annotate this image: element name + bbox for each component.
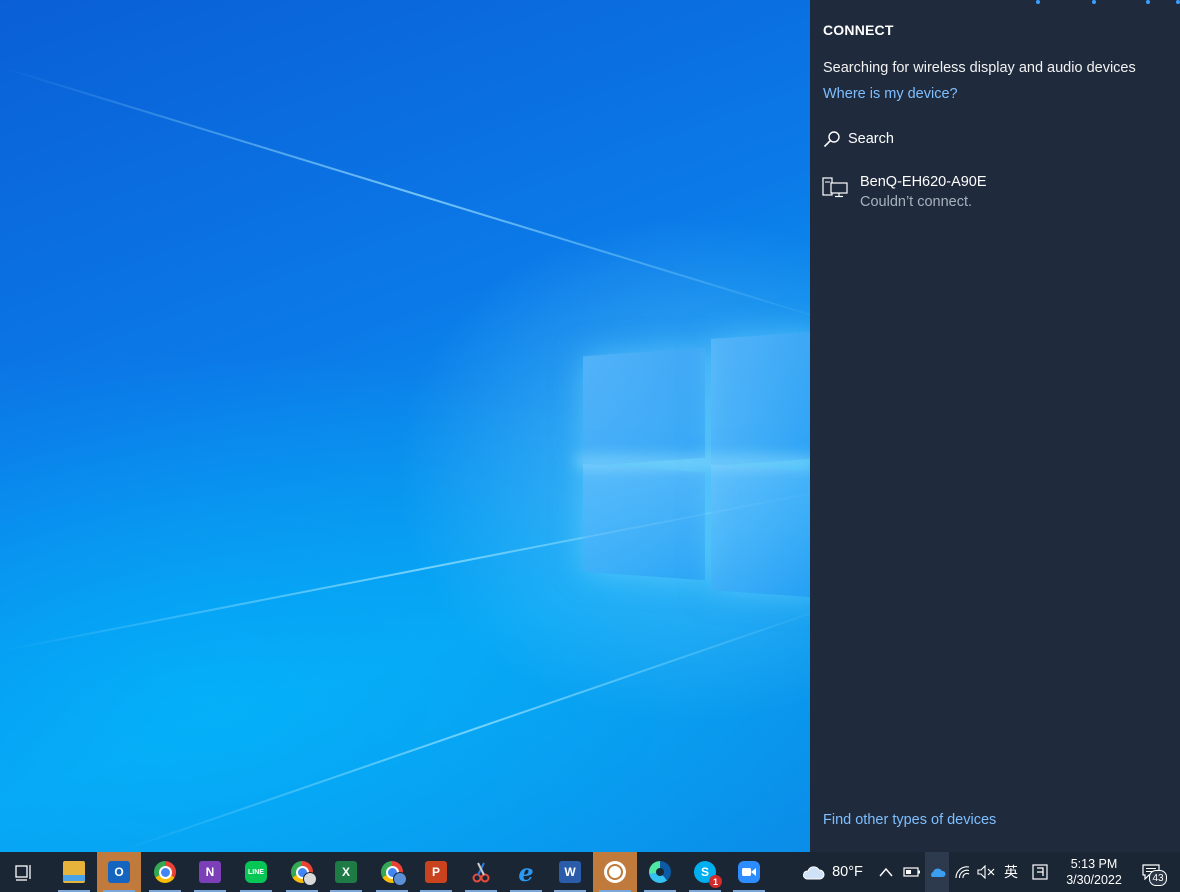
windows-logo-pane [583,463,705,581]
internet-explorer-icon: e [518,857,534,887]
search-icon [823,131,840,148]
file-explorer-button[interactable] [52,852,96,892]
chrome-profile-button[interactable] [280,852,324,892]
device-status: Couldn’t connect. [860,194,973,210]
clock-time: 5:13 PM [1070,857,1118,871]
snipping-tool-button[interactable] [459,852,503,892]
windows-logo-pane [711,464,810,598]
file-explorer-icon [63,861,85,883]
light-beam [120,602,810,852]
battery-button[interactable] [900,852,924,892]
cloud-icon [803,866,825,880]
panel-title: CONNECT [823,22,894,38]
connect-panel: CONNECT Searching for wireless display a… [810,0,1180,852]
chevron-up-icon [879,867,893,877]
word-button[interactable]: W [548,852,592,892]
zoom-icon [738,861,760,883]
excel-button[interactable]: X [324,852,368,892]
internet-explorer-button[interactable]: e [504,852,548,892]
volume-muted-icon [977,865,995,879]
search-label: Search [848,131,894,147]
weather-temperature: 80°F [832,864,863,880]
app-timer-icon [604,861,626,883]
outlook-icon: O [108,861,130,883]
outlook-button[interactable]: O [97,852,141,892]
word-icon: W [559,861,581,883]
onenote-button[interactable]: N [188,852,232,892]
find-other-devices-link[interactable]: Find other types of devices [823,812,996,828]
onenote-icon: N [199,861,221,883]
notification-count: 43 [1149,870,1167,886]
chrome-profile-2-button[interactable] [370,852,414,892]
line-button[interactable]: LINE [234,852,278,892]
wifi-icon [955,866,970,879]
onedrive-icon [931,868,946,877]
clock-date: 3/30/2022 [1066,873,1122,887]
skype-icon: S1 [694,861,722,888]
chrome-icon [154,861,176,883]
wifi-button[interactable] [950,852,974,892]
action-center-button[interactable]: 43 [1136,852,1167,892]
task-view-icon [15,865,31,881]
task-view-button[interactable] [2,852,46,892]
searching-status: Searching for wireless display and audio… [823,60,1136,76]
skype-button[interactable]: S1 [683,852,727,892]
where-is-my-device-link[interactable]: Where is my device? [823,86,958,102]
excel-icon: X [335,861,357,883]
chrome-profile-2-icon [381,861,407,886]
light-beam [0,66,810,326]
app-timer-button[interactable] [593,852,637,892]
volume-button[interactable] [974,852,998,892]
device-name: BenQ-EH620-A90E [860,174,987,190]
powerpoint-button[interactable]: P [414,852,458,892]
edge-icon [649,861,671,883]
battery-icon [903,867,920,877]
logo-glow [575,455,810,469]
search-button[interactable]: Search [823,128,894,150]
powerpoint-icon: P [425,861,447,883]
show-hidden-icons-button[interactable] [875,852,897,892]
taskbar: O N LINE X P e W S 1 80°F 英 5:13 PM 3/30… [0,852,1180,892]
zoom-button[interactable] [727,852,771,892]
chrome-profile-icon [291,861,317,886]
ime-language-button[interactable]: 英 [999,852,1023,892]
progress-dots [1010,0,1180,4]
monitor-device-icon [822,177,848,198]
weather-widget[interactable]: 80°F [800,852,864,892]
ime-mode-button[interactable] [1028,852,1052,892]
desktop-wallpaper [0,0,810,852]
windows-logo-pane [711,331,810,466]
clock[interactable]: 5:13 PM 3/30/2022 [1060,856,1128,888]
edge-button[interactable] [638,852,682,892]
snipping-tool-icon [472,862,490,883]
action-center-icon: 43 [1142,864,1167,886]
onedrive-button[interactable] [925,852,949,892]
ime-mode-icon [1032,864,1048,880]
windows-logo-pane [583,347,705,467]
chrome-button[interactable] [143,852,187,892]
skype-badge: 1 [709,875,722,888]
line-icon: LINE [245,861,267,883]
device-item[interactable]: BenQ-EH620-A90E Couldn’t connect. [822,172,1167,216]
